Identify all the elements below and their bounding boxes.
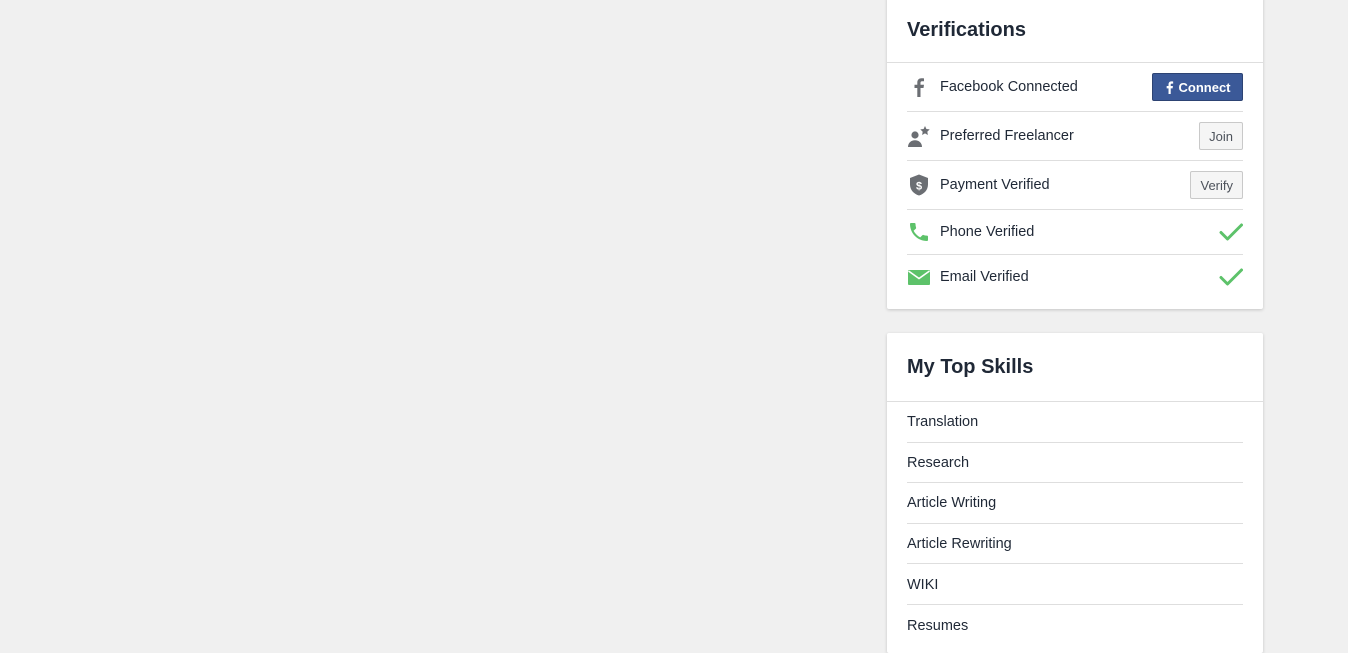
skill-item[interactable]: Translation — [907, 402, 1243, 443]
verification-label: Phone Verified — [940, 224, 1035, 240]
checkmark-icon — [1219, 268, 1243, 286]
facebook-connect-button[interactable]: Connect — [1152, 73, 1243, 101]
verification-label: Email Verified — [940, 269, 1029, 285]
verifications-list: Facebook Connected Connect Preferred Fre… — [887, 63, 1263, 299]
shield-dollar-icon: $ — [907, 173, 931, 197]
envelope-icon — [907, 265, 931, 289]
phone-icon — [907, 220, 931, 244]
skill-item[interactable]: WIKI — [907, 564, 1243, 605]
verify-button[interactable]: Verify — [1190, 171, 1243, 199]
facebook-icon — [907, 75, 931, 99]
svg-text:$: $ — [916, 181, 922, 193]
join-button[interactable]: Join — [1199, 122, 1243, 150]
verification-label: Payment Verified — [940, 177, 1050, 193]
verification-label: Facebook Connected — [940, 79, 1078, 95]
skill-item[interactable]: Research — [907, 443, 1243, 484]
verification-item-facebook: Facebook Connected Connect — [907, 63, 1243, 112]
skills-list: Translation Research Article Writing Art… — [887, 402, 1263, 646]
checkmark-icon — [1219, 223, 1243, 241]
verification-item-email: Email Verified — [907, 255, 1243, 299]
connect-label: Connect — [1178, 79, 1231, 95]
verification-label: Preferred Freelancer — [940, 128, 1074, 144]
verifications-card: Verifications Facebook Connected Connect… — [887, 0, 1263, 309]
verification-item-payment: $ Payment Verified Verify — [907, 161, 1243, 210]
verifications-title: Verifications — [887, 0, 1263, 63]
facebook-f-icon — [1166, 80, 1173, 94]
skill-item[interactable]: Resumes — [907, 605, 1243, 646]
top-skills-title: My Top Skills — [887, 333, 1263, 402]
skill-item[interactable]: Article Writing — [907, 483, 1243, 524]
verification-item-phone: Phone Verified — [907, 210, 1243, 255]
verification-item-preferred: Preferred Freelancer Join — [907, 112, 1243, 161]
skill-item[interactable]: Article Rewriting — [907, 524, 1243, 565]
preferred-freelancer-icon — [907, 124, 931, 148]
top-skills-card: My Top Skills Translation Research Artic… — [887, 333, 1263, 653]
